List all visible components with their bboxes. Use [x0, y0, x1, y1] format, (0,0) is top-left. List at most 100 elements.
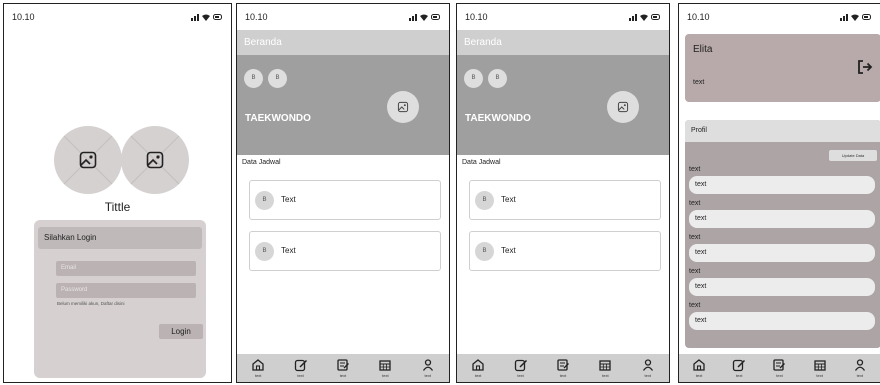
schedule-item-icon: B: [475, 242, 494, 261]
nav-item-notes[interactable]: text: [772, 358, 786, 378]
home-icon: [472, 359, 484, 371]
header-bar: Beranda: [237, 30, 449, 55]
battery-icon: [651, 14, 660, 20]
status-time: 10.10: [687, 12, 710, 22]
nav-item-notes[interactable]: text: [556, 358, 570, 378]
user-icon: [642, 359, 653, 371]
hero-mini-icon[interactable]: B: [268, 69, 287, 88]
nav-label: text: [695, 373, 703, 378]
image-icon: [79, 151, 97, 169]
home-icon: [693, 359, 705, 371]
hero-mini-icon[interactable]: B: [244, 69, 263, 88]
calendar-icon: [599, 360, 612, 371]
field-value[interactable]: text: [689, 278, 875, 296]
login-button[interactable]: Login: [159, 324, 203, 339]
nav-label: text: [559, 373, 567, 378]
home-icon: [252, 359, 264, 371]
status-icons: [629, 13, 661, 21]
status-time: 10.10: [12, 12, 35, 22]
logo-image-left: [54, 126, 122, 194]
schedule-item-icon: B: [255, 191, 274, 210]
app-title: Tittle: [104, 200, 131, 214]
logout-icon[interactable]: [857, 59, 873, 75]
nav-item-notes[interactable]: text: [336, 358, 350, 378]
schedule-item-text: Text: [281, 195, 296, 204]
hero-image: [387, 91, 419, 123]
nav-label: text: [776, 373, 783, 378]
nav-item-edit[interactable]: text: [294, 358, 308, 378]
password-field[interactable]: Password: [56, 283, 196, 298]
field-label: text: [689, 268, 701, 275]
hero-mini-icon[interactable]: B: [464, 69, 483, 88]
schedule-item[interactable]: B Text: [249, 231, 441, 271]
profile-section-title: Profil: [685, 120, 880, 142]
schedule-item[interactable]: B Text: [469, 180, 661, 220]
schedule-item-icon: B: [255, 242, 274, 261]
field-value[interactable]: text: [689, 244, 875, 262]
battery-icon: [213, 14, 222, 20]
nav-label: text: [339, 373, 347, 378]
notes-icon: [773, 359, 786, 371]
field-label: text: [689, 302, 701, 309]
nav-item-calendar[interactable]: text: [378, 358, 392, 378]
bottom-nav: text text text text text: [679, 354, 880, 382]
image-icon: [617, 101, 629, 113]
hero-title: TAEKWONDO: [465, 113, 531, 124]
status-icons: [409, 13, 441, 21]
wifi-icon: [640, 14, 648, 21]
nav-item-home[interactable]: text: [251, 358, 265, 378]
wifi-icon: [851, 14, 859, 21]
calendar-icon: [379, 360, 392, 371]
nav-item-home[interactable]: text: [471, 358, 485, 378]
status-icons: [191, 13, 223, 21]
header-title: Beranda: [244, 37, 282, 48]
nav-item-edit[interactable]: text: [732, 358, 746, 378]
user-icon: [854, 359, 865, 371]
nav-label: text: [424, 373, 431, 378]
header-bar: Beranda: [457, 30, 669, 55]
login-panel-title: Silahkan Login: [38, 227, 202, 249]
nav-item-home[interactable]: text: [692, 358, 706, 378]
nav-item-profile[interactable]: text: [421, 358, 435, 378]
nav-item-calendar[interactable]: text: [598, 358, 612, 378]
register-link[interactable]: Belum memiliki akun, Daftar disini: [57, 301, 125, 306]
login-screen: 10.10 Tittle Silahkan Login Email Passwo…: [3, 3, 232, 383]
field-label: text: [689, 234, 701, 241]
schedule-item[interactable]: B Text: [249, 180, 441, 220]
field-value[interactable]: text: [689, 176, 875, 194]
nav-item-calendar[interactable]: text: [813, 358, 827, 378]
status-icons: [840, 13, 872, 21]
section-label: Data Jadwal: [462, 159, 501, 166]
user-card: Elita text: [685, 34, 880, 102]
bottom-nav: text text text text text: [237, 354, 449, 382]
status-bar: 10.10: [679, 4, 880, 30]
image-icon: [397, 101, 409, 113]
field-label: text: [689, 200, 701, 207]
hero-mini-icon[interactable]: B: [488, 69, 507, 88]
nav-item-profile[interactable]: text: [853, 358, 867, 378]
nav-label: text: [297, 373, 304, 378]
nav-item-edit[interactable]: text: [514, 358, 528, 378]
status-time: 10.10: [465, 12, 488, 22]
nav-item-profile[interactable]: text: [641, 358, 655, 378]
image-icon: [146, 151, 164, 169]
beranda-screen-alt: 10.10 Beranda B B TAEKWONDO Data Jadwal …: [456, 3, 670, 383]
schedule-item-text: Text: [501, 195, 516, 204]
edit-icon: [733, 359, 746, 372]
header-title: Beranda: [464, 37, 502, 48]
calendar-icon: [814, 360, 826, 371]
status-time: 10.10: [245, 12, 268, 22]
email-field[interactable]: Email: [56, 261, 196, 276]
signal-icon: [629, 13, 637, 21]
field-value[interactable]: text: [689, 312, 875, 330]
bottom-nav: text text text text text: [457, 354, 669, 382]
hero-image: [607, 91, 639, 123]
update-data-button[interactable]: Update Data: [829, 150, 877, 161]
field-value[interactable]: text: [689, 210, 875, 228]
notes-icon: [337, 359, 349, 371]
schedule-item[interactable]: B Text: [469, 231, 661, 271]
nav-label: text: [517, 373, 524, 378]
user-name: Elita: [693, 44, 713, 55]
profile-panel: Profil Update Data text text text text t…: [685, 120, 880, 348]
nav-label: text: [736, 373, 743, 378]
